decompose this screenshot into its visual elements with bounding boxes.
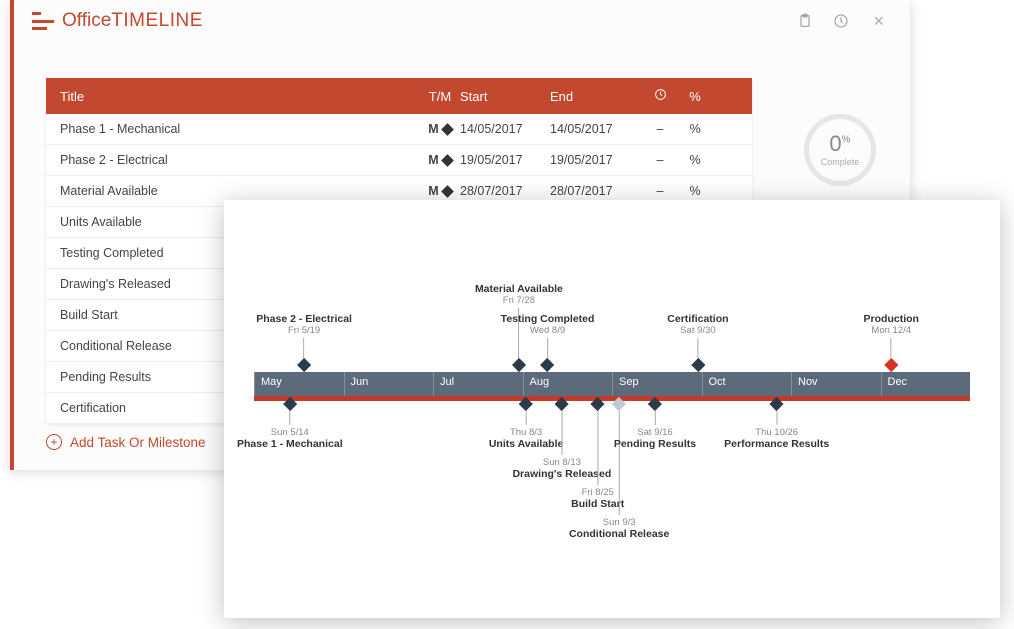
milestone[interactable]: Testing CompletedWed 8/9 <box>501 313 595 370</box>
diamond-icon <box>691 358 705 372</box>
diamond-icon <box>648 397 662 411</box>
cell-tm: M <box>420 122 460 136</box>
col-duration[interactable] <box>640 88 680 104</box>
milestone-icon <box>441 154 454 167</box>
cell-start: 28/07/2017 <box>460 184 550 198</box>
milestone-name: Phase 2 - Electrical <box>256 313 352 325</box>
cell-duration: – <box>640 184 680 198</box>
cell-duration: – <box>640 153 680 167</box>
col-tm[interactable]: T/M <box>420 89 460 104</box>
milestone-name: Performance Results <box>724 438 829 450</box>
diamond-icon <box>770 397 784 411</box>
progress-suffix: % <box>842 135 851 146</box>
milestone-name: Phase 1 - Mechanical <box>237 438 343 450</box>
close-button[interactable]: × <box>869 11 888 32</box>
app-logo: OfficeTIMELINE <box>32 10 203 32</box>
accent-stripe <box>10 0 14 470</box>
milestone[interactable]: Thu 10/26Performance Results <box>724 399 829 450</box>
milestone-name: Production <box>864 313 919 325</box>
milestone-date: Sun 5/14 <box>237 427 343 438</box>
logo-text-2: TIMELINE <box>111 10 203 31</box>
cell-duration: – <box>640 122 680 136</box>
cell-title: Phase 2 - Electrical <box>60 153 420 167</box>
cell-end: 19/05/2017 <box>550 153 640 167</box>
cell-title: Material Available <box>60 184 420 198</box>
milestone-icon <box>441 185 454 198</box>
cell-title: Phase 1 - Mechanical <box>60 122 420 136</box>
diamond-icon <box>884 358 898 372</box>
diamond-icon <box>283 397 297 411</box>
logo-icon <box>32 12 54 30</box>
progress-value: 0 <box>829 131 841 156</box>
col-percent[interactable]: % <box>680 89 710 104</box>
add-task-label: Add Task Or Milestone <box>70 435 206 450</box>
header: OfficeTIMELINE × <box>10 0 910 40</box>
table-row[interactable]: Phase 2 - ElectricalM19/05/201719/05/201… <box>46 145 752 176</box>
add-task-button[interactable]: + Add Task Or Milestone <box>46 434 206 450</box>
milestone-name: Certification <box>667 313 728 325</box>
cell-start: 19/05/2017 <box>460 153 550 167</box>
milestone[interactable]: Phase 2 - ElectricalFri 5/19 <box>256 313 352 370</box>
milestone-date: Sat 9/16 <box>614 427 696 438</box>
milestone[interactable]: Sun 5/14Phase 1 - Mechanical <box>237 399 343 450</box>
milestone-date: Mon 12/4 <box>864 325 919 336</box>
col-title[interactable]: Title <box>60 89 420 104</box>
cell-start: 14/05/2017 <box>460 122 550 136</box>
milestone[interactable]: CertificationSat 9/30 <box>667 313 728 370</box>
cell-percent: % <box>680 122 710 136</box>
cell-percent: % <box>680 153 710 167</box>
timeline-preview: MayJunJulAugSepOctNovDec Phase 2 - Elect… <box>224 200 1000 618</box>
table-row[interactable]: Phase 1 - MechanicalM14/05/201714/05/201… <box>46 114 752 145</box>
diamond-icon <box>540 358 554 372</box>
cell-tm: M <box>420 184 460 198</box>
milestone-date: Fri 5/19 <box>256 325 352 336</box>
milestone-name: Material Available <box>475 283 563 295</box>
milestone-icon <box>441 123 454 136</box>
milestone[interactable]: ProductionMon 12/4 <box>864 313 919 370</box>
logo-text-1: Office <box>62 10 111 31</box>
milestone-date: Sun 9/3 <box>569 517 669 528</box>
milestone-date: Wed 8/9 <box>501 325 595 336</box>
milestone[interactable]: Sat 9/16Pending Results <box>614 399 696 450</box>
diamond-icon <box>297 358 311 372</box>
milestone-date: Thu 10/26 <box>724 427 829 438</box>
milestone-name: Pending Results <box>614 438 696 450</box>
progress-label: Complete <box>821 157 860 167</box>
milestone-name: Conditional Release <box>569 528 669 540</box>
progress-ring: 0% Complete <box>804 114 876 186</box>
table-header: Title T/M Start End % <box>46 78 752 114</box>
cell-end: 14/05/2017 <box>550 122 640 136</box>
history-icon <box>654 88 667 101</box>
history-icon[interactable] <box>833 13 849 29</box>
milestone-name: Testing Completed <box>501 313 595 325</box>
cell-percent: % <box>680 184 710 198</box>
col-start[interactable]: Start <box>460 89 550 104</box>
milestone-date: Fri 7/28 <box>475 295 563 306</box>
plus-icon: + <box>46 434 62 450</box>
col-end[interactable]: End <box>550 89 640 104</box>
clipboard-icon[interactable] <box>797 13 813 29</box>
diamond-icon <box>555 397 569 411</box>
cell-tm: M <box>420 153 460 167</box>
cell-end: 28/07/2017 <box>550 184 640 198</box>
milestone-date: Sat 9/30 <box>667 325 728 336</box>
